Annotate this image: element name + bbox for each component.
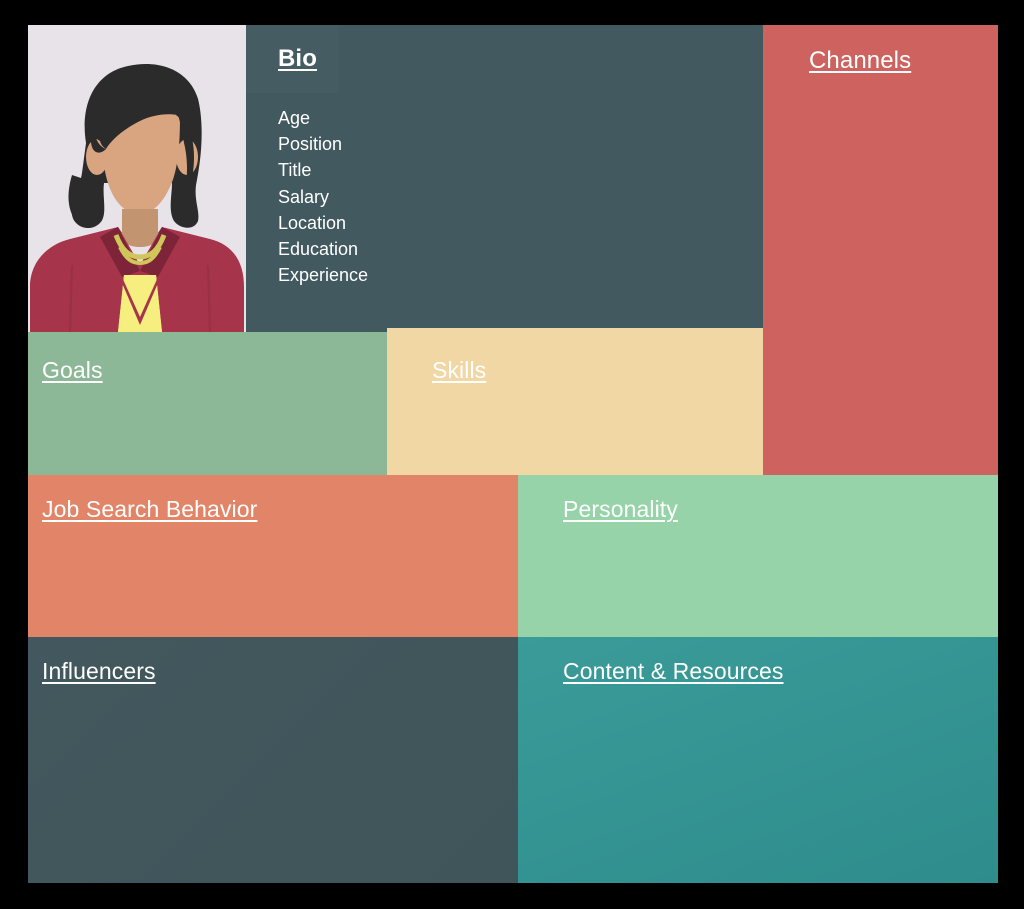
panel-title-content-resources: Content & Resources [563, 658, 784, 684]
bio-field: Education [278, 239, 359, 260]
panel-title-influencers: Influencers [42, 658, 156, 684]
avatar [28, 25, 246, 332]
panel-title-goals: Goals [42, 357, 103, 383]
panel-bio[interactable]: Bio Age Position Title Salary Location E… [246, 25, 763, 332]
bio-field: Salary [278, 186, 330, 207]
panel-content-resources[interactable]: Content & Resources [518, 637, 998, 883]
persona-template-canvas: Bio Age Position Title Salary Location E… [28, 25, 998, 883]
panel-personality[interactable]: Personality [518, 475, 998, 637]
panel-title-personality: Personality [563, 496, 678, 522]
bio-field-list: Age Position Title Salary Location Educa… [278, 105, 368, 288]
panel-skills[interactable]: Skills [387, 328, 763, 475]
panel-title-job-search-behavior: Job Search Behavior [42, 496, 258, 522]
bio-field: Experience [278, 265, 369, 286]
bio-field: Age [278, 108, 311, 128]
bio-field: Location [278, 212, 347, 233]
bio-field: Title [278, 160, 312, 181]
bio-field: Position [278, 134, 343, 155]
panel-title-skills: Skills [432, 357, 487, 383]
panel-channels[interactable]: Channels [763, 25, 998, 475]
panel-title-bio: Bio [278, 45, 317, 72]
panel-influencers[interactable]: Influencers [28, 637, 518, 883]
panel-goals[interactable]: Goals [28, 332, 387, 475]
panel-title-channels: Channels [809, 47, 912, 74]
persona-portrait-icon [28, 25, 246, 332]
panel-job-search-behavior[interactable]: Job Search Behavior [28, 475, 518, 637]
